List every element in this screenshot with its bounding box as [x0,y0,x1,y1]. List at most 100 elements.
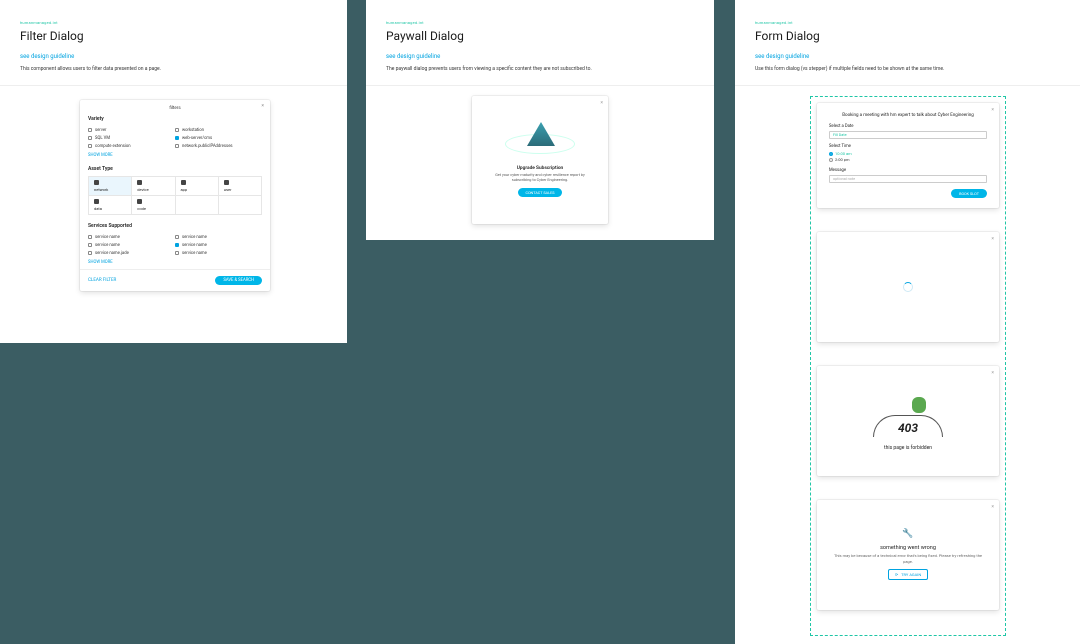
page-desc: This component allows users to filter da… [20,66,327,72]
asset-type-icon [224,180,229,185]
wrench-icon: 🔧 [902,529,913,539]
book-slot-button[interactable]: BOOK SLOT [951,189,987,198]
design-guideline-link[interactable]: see design guideline [20,53,74,60]
filter-dialog: filters × Variety serverworkstationSQL V… [80,100,270,291]
asset-type-icon [137,180,142,185]
error-heading: something went wrong [880,545,936,551]
page-title: Filter Dialog [20,29,327,43]
show-more-link[interactable]: SHOW MORE [88,153,262,158]
page-title: Paywall Dialog [386,29,694,43]
message-input[interactable]: optional note [829,175,987,183]
variety-option[interactable]: compute extension [88,142,175,150]
asset-tile-empty [176,196,219,215]
paywall-dialog: × Upgrade Subscription Get your cyber ma… [472,96,608,224]
asset-tile[interactable]: user [219,177,262,196]
asset-label: data [94,206,102,211]
paywall-body: Get your cyber maturity and cyber resili… [490,173,590,183]
asset-label: network [94,187,108,192]
service-option[interactable]: service name [175,249,262,257]
asset-label: user [224,187,232,192]
contact-sales-button[interactable]: CONTACT SALES [518,188,561,197]
checkbox-icon [175,136,179,140]
close-icon[interactable]: × [991,370,994,376]
variety-option[interactable]: network.publicIPAddresses [175,142,262,150]
dialog-title: filters [169,106,180,111]
error-dialog: × 🔧 something went wrong This may be bec… [817,500,999,610]
option-label: compute extension [95,144,131,149]
option-label: service name [95,243,120,248]
checkbox-icon [88,243,92,247]
time-option[interactable]: 2:00 pm [829,157,987,163]
checkbox-icon [88,251,92,255]
show-more-link[interactable]: SHOW MORE [88,260,262,265]
apply-filter-button[interactable]: SAVE & SEARCH [215,276,262,285]
radio-icon [829,158,833,162]
service-option[interactable]: service name [88,233,175,241]
error-body: This may be because of a technical error… [831,553,985,564]
error-code: 403 [868,421,948,435]
checkbox-icon [88,136,92,140]
date-input[interactable]: Fill Date [829,131,987,139]
try-again-button[interactable]: ⟳ TRY AGAIN [888,569,928,580]
option-label: service name [95,235,120,240]
close-icon[interactable]: × [991,504,994,510]
booking-dialog: × Booking a meeting with hm expert to ta… [817,103,999,208]
asset-type-icon [94,199,99,204]
variety-option[interactable]: workstation [175,126,262,134]
close-icon[interactable]: × [600,100,603,106]
checkbox-icon [175,251,179,255]
option-label: service name.jade [95,251,129,256]
asset-tile[interactable]: code [132,196,175,215]
option-label: server [95,128,106,133]
option-label: service name [182,251,207,256]
namespace-tag: humanmanaged.int [20,20,327,25]
option-label: SQL VM [95,136,110,141]
design-guideline-link[interactable]: see design guideline [386,53,440,60]
try-again-label: TRY AGAIN [901,572,921,577]
checkbox-icon [88,235,92,239]
asset-tile[interactable]: device [132,177,175,196]
forbidden-dialog: × 403 this page is forbidden [817,366,999,476]
section-label-asset: Asset Type [88,166,262,172]
asset-tile[interactable]: network [89,177,132,196]
variety-option[interactable]: web-server/cms [175,134,262,142]
close-icon[interactable]: × [261,103,264,109]
asset-label: code [137,206,146,211]
namespace-tag: humanmanaged.int [755,20,1060,25]
spinner-icon [903,282,913,292]
option-label: workstation [182,128,204,133]
forbidden-text: this page is forbidden [884,445,932,451]
service-option[interactable]: service name [88,241,175,249]
variety-option[interactable]: SQL VM [88,134,175,142]
asset-type-icon [137,199,142,204]
radio-icon [829,152,833,156]
close-icon[interactable]: × [991,236,994,242]
service-option[interactable]: service name [175,241,262,249]
checkbox-icon [88,128,92,132]
asset-tile[interactable]: app [176,177,219,196]
page-desc: Use this form dialog (vs stepper) if mul… [755,66,1060,72]
option-label: network.publicIPAddresses [182,144,233,149]
option-label: service name [182,243,207,248]
frame-filter: humanmanaged.int Filter Dialog see desig… [0,0,347,343]
time-label: 10:00 am [835,151,852,156]
checkbox-icon [175,144,179,148]
divider [735,85,1080,86]
option-label: web-server/cms [182,136,212,141]
section-label-services: Services Supported [88,223,262,229]
asset-tile[interactable]: data [89,196,132,215]
namespace-tag: humanmanaged.int [386,20,694,25]
loading-dialog: × [817,232,999,342]
design-guideline-link[interactable]: see design guideline [755,53,809,60]
asset-label: app [181,187,188,192]
form-examples-container: × Booking a meeting with hm expert to ta… [810,96,1006,636]
service-option[interactable]: service name.jade [88,249,175,257]
paywall-illustration [505,110,575,160]
page-title: Form Dialog [755,29,1060,43]
service-option[interactable]: service name [175,233,262,241]
checkbox-icon [175,128,179,132]
close-icon[interactable]: × [991,107,994,113]
variety-option[interactable]: server [88,126,175,134]
clear-filter-button[interactable]: CLEAR FILTER [88,278,116,283]
time-label: 2:00 pm [835,157,849,162]
